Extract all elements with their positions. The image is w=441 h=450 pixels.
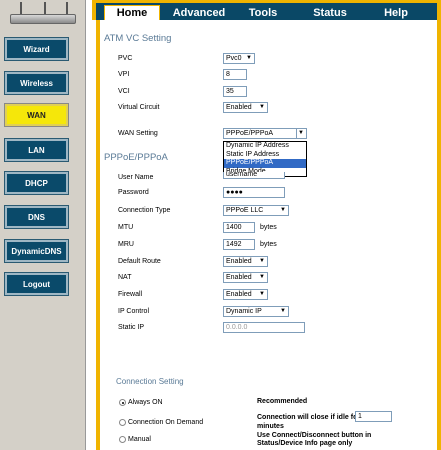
always-on-desc: Recommended <box>257 398 308 405</box>
sidebar-item-logout[interactable]: Logout <box>4 272 69 296</box>
idle-minutes-input[interactable]: 1 <box>355 411 392 422</box>
tab-tools[interactable]: Tools <box>236 5 290 20</box>
virtual-circuit-select[interactable]: Enabled ▼ <box>223 102 268 113</box>
pppoe-section-title: PPPoE/PPPoA <box>104 152 168 163</box>
wan-setting-label: WAN Setting <box>118 130 158 137</box>
mru-unit: bytes <box>260 241 277 248</box>
password-input[interactable]: ●●●● <box>223 187 285 198</box>
vci-input[interactable]: 35 <box>223 86 247 97</box>
manual-label: Manual <box>128 436 151 443</box>
password-label: Password <box>118 189 149 196</box>
chevron-down-icon: ▼ <box>259 104 265 110</box>
wan-option-static-ip[interactable]: Static IP Address <box>224 151 306 160</box>
always-on-radio[interactable] <box>119 399 126 406</box>
on-demand-unit: minutes <box>257 423 284 430</box>
username-input[interactable]: username <box>223 172 285 179</box>
default-route-select[interactable]: Enabled ▼ <box>223 256 268 267</box>
chevron-down-icon: ▼ <box>280 207 286 213</box>
connection-section-title: Connection Setting <box>116 377 184 386</box>
sidebar-item-wireless[interactable]: Wireless <box>4 71 69 95</box>
vpi-input[interactable]: 8 <box>223 69 247 80</box>
static-ip-label: Static IP <box>118 324 145 331</box>
manual-desc: Use Connect/Disconnect button in Status/… <box>257 432 372 447</box>
wan-setting-select[interactable]: PPPoE/PPPoA ▼ <box>223 128 307 139</box>
chevron-down-icon: ▼ <box>296 129 304 138</box>
sidebar: Wizard Wireless WAN LAN DHCP DNS Dynamic… <box>0 0 86 450</box>
tab-home[interactable]: Home <box>104 5 160 20</box>
mru-label: MRU <box>118 241 134 248</box>
sidebar-item-dhcp[interactable]: DHCP <box>4 171 69 195</box>
sidebar-item-wizard[interactable]: Wizard <box>4 37 69 61</box>
atm-section-title: ATM VC Setting <box>104 33 172 44</box>
always-on-label: Always ON <box>128 399 163 406</box>
sidebar-item-dns[interactable]: DNS <box>4 205 69 229</box>
top-tab-bar: Home Advanced Tools Status Help <box>92 0 441 20</box>
manual-radio[interactable] <box>119 436 126 443</box>
virtual-circuit-label: Virtual Circuit <box>118 104 160 111</box>
ip-control-select[interactable]: Dynamic IP ▼ <box>223 306 289 317</box>
right-edge-border <box>437 0 441 450</box>
mtu-label: MTU <box>118 224 134 231</box>
sidebar-item-wan[interactable]: WAN <box>4 103 69 127</box>
vci-label: VCI <box>118 88 130 95</box>
ip-control-label: IP Control <box>118 308 149 315</box>
mtu-unit: bytes <box>260 224 277 231</box>
router-device-icon <box>4 2 84 28</box>
chevron-down-icon: ▼ <box>259 291 265 297</box>
firewall-label: Firewall <box>118 291 143 298</box>
on-demand-label: Connection On Demand <box>128 419 204 426</box>
chevron-down-icon: ▼ <box>246 55 252 61</box>
on-demand-radio[interactable] <box>119 419 126 426</box>
wan-option-dynamic-ip[interactable]: Dynamic IP Address <box>224 142 306 151</box>
wan-option-pppoe[interactable]: PPPoE/PPPoA <box>224 159 306 168</box>
pvc-label: PVC <box>118 55 133 62</box>
connection-type-label: Connection Type <box>118 207 171 214</box>
mru-input[interactable]: 1492 <box>223 239 255 250</box>
on-demand-desc: Connection will close if idle for <box>257 414 361 421</box>
tab-advanced[interactable]: Advanced <box>166 5 232 20</box>
static-ip-input[interactable]: 0.0.0.0 <box>223 322 305 333</box>
sidebar-item-lan[interactable]: LAN <box>4 138 69 162</box>
chevron-down-icon: ▼ <box>259 258 265 264</box>
vpi-label: VPI <box>118 71 130 78</box>
pvc-select[interactable]: Pvc0 ▼ <box>223 53 255 64</box>
tab-status[interactable]: Status <box>300 5 360 20</box>
chevron-down-icon: ▼ <box>280 308 286 314</box>
sidebar-item-dynamicdns[interactable]: DynamicDNS <box>4 239 69 263</box>
username-label: User Name <box>118 174 154 181</box>
tab-help[interactable]: Help <box>366 5 426 20</box>
default-route-label: Default Route <box>118 258 161 265</box>
nat-select[interactable]: Enabled ▼ <box>223 272 268 283</box>
nat-label: NAT <box>118 274 132 281</box>
connection-type-select[interactable]: PPPoE LLC ▼ <box>223 205 289 216</box>
mtu-input[interactable]: 1400 <box>223 222 255 233</box>
firewall-select[interactable]: Enabled ▼ <box>223 289 268 300</box>
chevron-down-icon: ▼ <box>259 274 265 280</box>
